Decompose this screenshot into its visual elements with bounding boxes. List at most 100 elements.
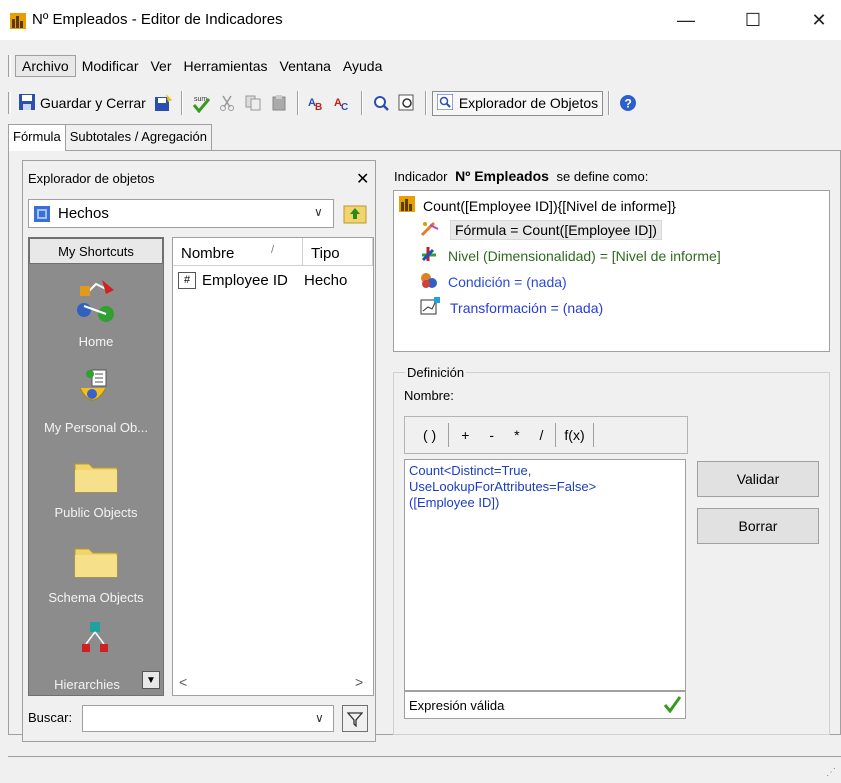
filter-icon[interactable]	[342, 705, 368, 732]
object-explorer-button[interactable]: Explorador de Objetos	[431, 90, 604, 116]
metric-icon	[399, 196, 415, 215]
tree-formula-label: Fórmula = Count([Employee ID])	[450, 220, 662, 240]
copy-icon[interactable]	[242, 92, 264, 114]
definition-group-title: Definición	[405, 365, 467, 380]
shortcut-personal-objects[interactable]: My Personal Ob...	[29, 420, 163, 435]
shortcuts-header[interactable]: My Shortcuts	[29, 238, 163, 264]
formula-icon	[420, 221, 440, 240]
object-list[interactable]	[172, 237, 374, 696]
tree-formula[interactable]: Fórmula = Count([Employee ID])	[420, 220, 662, 240]
minimize-button[interactable]: —	[663, 0, 709, 40]
save-close-button[interactable]: Guardar y Cerrar	[15, 92, 150, 115]
object-explorer-icon	[436, 93, 454, 113]
explorer-close-icon[interactable]: ✕	[356, 169, 369, 189]
tree-condition-label: Condición = (nada)	[448, 273, 567, 290]
list-item-name: Employee ID	[202, 272, 288, 289]
metric-name: Nº Empleados	[455, 168, 549, 184]
validate-button[interactable]: Validar	[697, 461, 819, 497]
shortcut-public-objects[interactable]: Public Objects	[29, 505, 163, 520]
horizontal-scrollbar[interactable]: < >	[173, 674, 373, 694]
validation-status-text: Expresión válida	[409, 698, 505, 713]
maximize-button[interactable]: ☐	[730, 0, 776, 40]
menu-herramientas[interactable]: Herramientas	[178, 56, 274, 76]
validate-icon[interactable]: sum	[190, 92, 212, 114]
list-item[interactable]: # Employee ID Hecho	[178, 272, 347, 289]
tab-formula[interactable]: Fórmula	[8, 124, 66, 151]
list-header: Nombre / Tipo	[173, 238, 373, 266]
help-icon[interactable]: ?	[617, 92, 639, 114]
folder-combo-value: Hechos	[58, 205, 109, 222]
operator-toolbar: ( ) + - * / f(x)	[404, 416, 688, 454]
column-nombre-label: Nombre	[181, 245, 235, 262]
toolbar-grip[interactable]	[8, 92, 11, 114]
zoom-icon[interactable]	[370, 92, 392, 114]
validation-status: Expresión válida	[404, 691, 686, 719]
scroll-right-icon[interactable]: >	[355, 674, 363, 690]
scroll-left-icon[interactable]: <	[179, 674, 187, 690]
search-label: Buscar:	[28, 710, 73, 725]
parent-folder-icon[interactable]	[342, 202, 368, 226]
window-title: Nº Empleados - Editor de Indicadores	[32, 11, 283, 28]
hierarchies-icon[interactable]	[80, 622, 110, 659]
list-item-type: Hecho	[304, 272, 348, 289]
menu-archivo[interactable]: Archivo	[15, 55, 76, 77]
search-dropdown-icon[interactable]: ∨	[315, 711, 324, 725]
shortcuts-scroll-down-icon[interactable]: ▼	[142, 671, 160, 689]
divide-button[interactable]: /	[530, 427, 554, 443]
menu-modificar[interactable]: Modificar	[76, 56, 145, 76]
menu-ayuda[interactable]: Ayuda	[337, 56, 388, 76]
close-button[interactable]: ✕	[796, 0, 841, 40]
explorer-title: Explorador de objetos	[28, 171, 155, 186]
menu-grip[interactable]	[8, 55, 11, 77]
toolbar-separator	[608, 91, 611, 115]
plus-button[interactable]: +	[451, 427, 479, 443]
operator-separator	[555, 423, 557, 447]
replace-icon[interactable]: AC	[332, 92, 354, 114]
transformation-icon	[420, 297, 440, 318]
column-tipo[interactable]: Tipo	[303, 238, 373, 266]
save-icon	[19, 93, 35, 113]
definition-heading: Indicador Nº Empleados se define como:	[394, 168, 648, 184]
menu-ventana[interactable]: Ventana	[274, 56, 337, 76]
cut-icon[interactable]	[216, 92, 238, 114]
preview-icon[interactable]	[396, 92, 418, 114]
schema-objects-folder-icon[interactable]	[73, 543, 119, 582]
function-button[interactable]: f(x)	[558, 427, 590, 443]
tab-bar: Fórmula Subtotales / Agregación	[8, 124, 213, 151]
resize-grip-icon[interactable]: ⋰	[826, 767, 836, 778]
search-input[interactable]: ∨	[82, 705, 334, 732]
operator-separator	[448, 423, 450, 447]
public-objects-folder-icon[interactable]	[73, 458, 119, 497]
operator-separator	[592, 423, 594, 447]
tree-transformation[interactable]: Transformación = (nada)	[420, 297, 603, 318]
shortcut-home[interactable]: Home	[29, 334, 163, 349]
shortcut-schema-objects[interactable]: Schema Objects	[29, 590, 163, 605]
clear-button[interactable]: Borrar	[697, 508, 819, 544]
personal-objects-icon[interactable]	[76, 368, 116, 415]
condition-icon	[420, 272, 438, 291]
tree-condition[interactable]: Condición = (nada)	[420, 272, 567, 291]
shortcut-hierarchies[interactable]: Hierarchies	[32, 677, 142, 692]
chevron-down-icon[interactable]: ∨	[314, 205, 323, 219]
menu-ver[interactable]: Ver	[144, 56, 177, 76]
minus-button[interactable]: -	[479, 427, 504, 443]
heading-prefix: Indicador	[394, 169, 448, 184]
toolbar-separator	[360, 91, 363, 115]
parentheses-button[interactable]: ( )	[413, 427, 446, 443]
formula-editor[interactable]: Count<Distinct=True, UseLookupForAttribu…	[404, 459, 686, 691]
heading-suffix: se define como:	[556, 169, 649, 184]
tree-level[interactable]: Nivel (Dimensionalidad) = [Nivel de info…	[420, 246, 721, 265]
menu-bar: Archivo Modificar Ver Herramientas Venta…	[8, 54, 388, 78]
save-as-icon[interactable]	[152, 92, 174, 114]
toolbar-separator	[296, 91, 299, 115]
svg-text:C: C	[341, 102, 348, 112]
fact-icon: #	[178, 272, 196, 289]
tree-root[interactable]: Count([Employee ID]){[Nivel de informe]}	[399, 196, 676, 215]
multiply-button[interactable]: *	[504, 427, 529, 443]
tab-subtotales[interactable]: Subtotales / Agregación	[64, 124, 213, 150]
facts-icon	[34, 206, 50, 222]
home-icon[interactable]	[72, 276, 120, 329]
paste-icon[interactable]	[268, 92, 290, 114]
column-nombre[interactable]: Nombre /	[173, 238, 303, 266]
find-icon[interactable]: AB	[306, 92, 328, 114]
